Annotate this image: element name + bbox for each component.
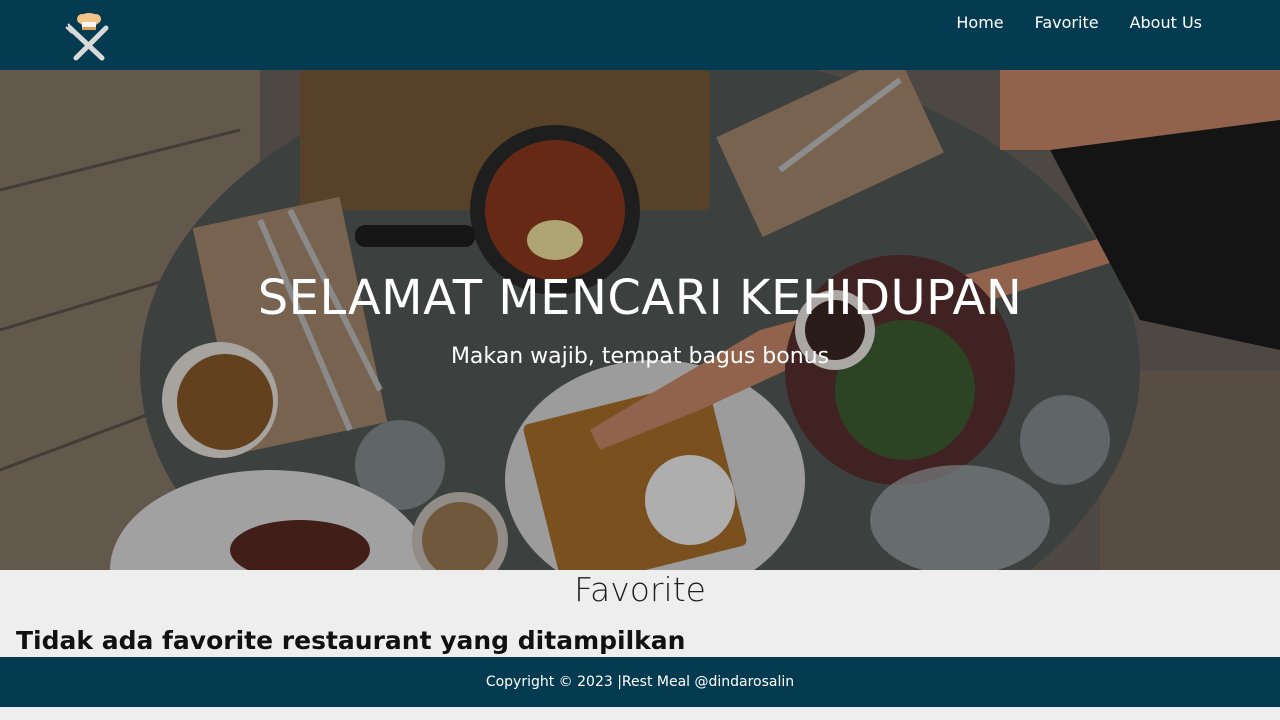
nav-link-about-us[interactable]: About Us [1130,13,1202,32]
copyright-text: Copyright © 2023 |Rest Meal @dindarosali… [485,674,795,690]
main-nav: Home Favorite About Us [956,0,1202,45]
favorite-heading: Favorite [574,570,706,609]
hero-banner: SELAMAT MENCARI KEHIDUPAN Makan wajib, t… [0,70,1280,570]
chef-hat-fork-knife-icon[interactable] [64,10,114,62]
hero-title: SELAMAT MENCARI KEHIDUPAN [257,270,1023,326]
navbar: Home Favorite About Us [0,0,1280,70]
empty-favorite-message: Tidak ada favorite restaurant yang ditam… [16,626,686,655]
hero-subtitle: Makan wajib, tempat bagus bonus [450,344,830,369]
footer: Copyright © 2023 |Rest Meal @dindarosali… [0,657,1280,707]
nav-link-favorite[interactable]: Favorite [1035,13,1099,32]
nav-link-home[interactable]: Home [956,13,1003,32]
